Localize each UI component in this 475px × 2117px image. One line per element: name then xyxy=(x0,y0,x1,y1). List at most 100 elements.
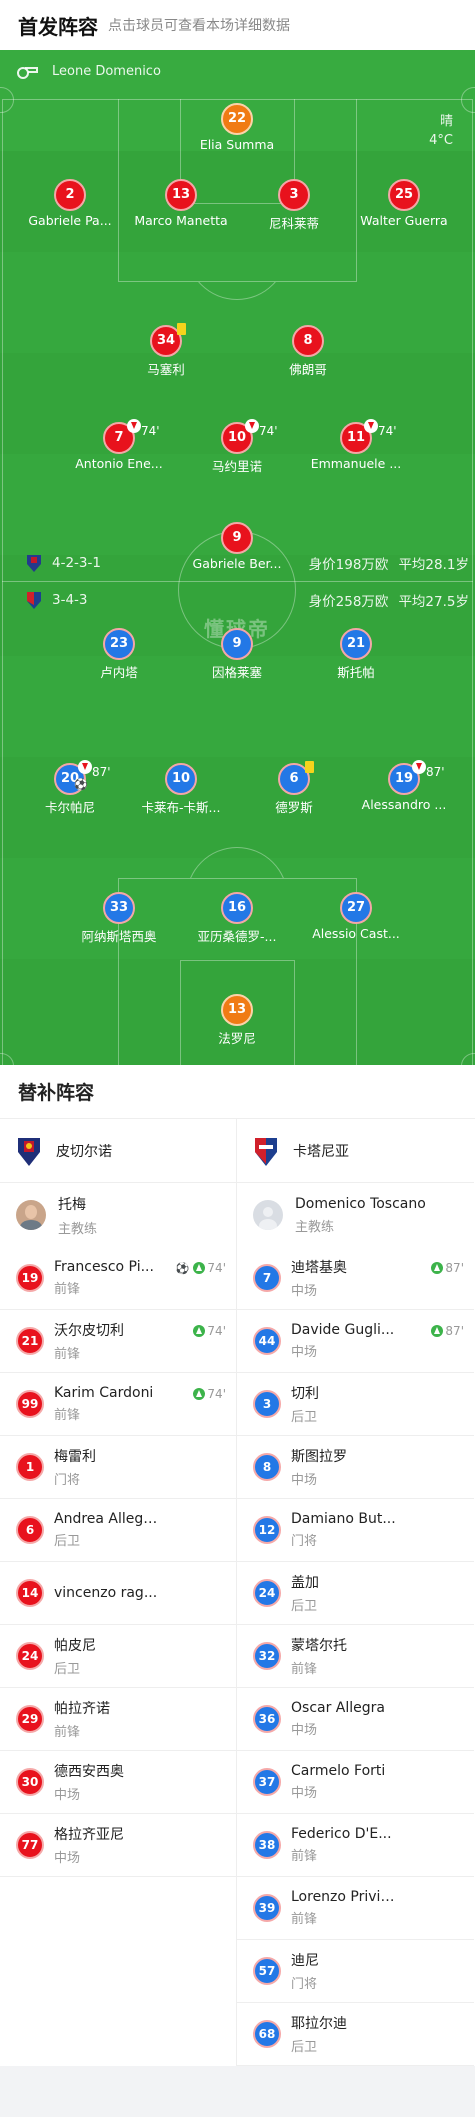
sub-player-row[interactable]: 29 帕拉齐诺 前锋 xyxy=(0,1688,236,1751)
sub-player-row[interactable]: 6 Andrea Allegr... 后卫 xyxy=(0,1499,236,1562)
sub-player-row[interactable]: 3 切利 后卫 xyxy=(237,1373,474,1436)
away-player[interactable]: 10 卡莱布-卡斯... xyxy=(121,763,241,816)
home-player[interactable]: 11 74' Emmanuele ... xyxy=(296,419,416,471)
away-player[interactable]: 23 卢内塔 xyxy=(59,628,179,681)
sub-on-icon xyxy=(193,1325,206,1337)
home-player[interactable]: 34 马塞利 xyxy=(106,323,226,378)
sub-on-icon xyxy=(431,1262,444,1274)
away-team-row[interactable]: 卡塔尼亚 xyxy=(237,1119,474,1183)
home-player[interactable]: 10 74' 马约里诺 xyxy=(177,419,297,475)
player-name: Karim Cardoni xyxy=(54,1385,154,1401)
player-number: 19 87' xyxy=(388,760,445,795)
yellow-card-icon xyxy=(305,761,314,773)
away-value: 身价258万欧 xyxy=(308,594,389,610)
player-number: 7 xyxy=(253,1264,281,1292)
player-name: 耶拉尔迪 xyxy=(291,2016,347,2032)
sub-player-row[interactable]: 39 Lorenzo Privit... 前锋 xyxy=(237,1877,474,1940)
player-number: 24 xyxy=(16,1642,44,1670)
player-name: 切利 xyxy=(291,1386,319,1402)
sub-minute: 74' xyxy=(207,1261,226,1275)
player-name: 因格莱塞 xyxy=(211,665,262,680)
away-player[interactable]: 20 87' ⚽ 卡尔帕尼 xyxy=(10,760,130,816)
home-player[interactable]: 7 74' Antonio Ene... xyxy=(59,419,179,471)
sub-player-row[interactable]: 57 迪尼 门将 xyxy=(237,1940,474,2003)
home-player[interactable]: 25 Walter Guerra xyxy=(344,179,464,228)
yellow-card-icon xyxy=(177,323,186,335)
away-team-badge-icon xyxy=(255,1137,277,1166)
player-name: 卡莱布-卡斯... xyxy=(141,800,221,815)
player-position: 后卫 xyxy=(291,1599,318,1614)
sub-off-icon xyxy=(412,760,426,774)
home-team-name: 皮切尔诺 xyxy=(56,1143,112,1160)
player-name: Alessio Cast... xyxy=(312,926,400,941)
sub-minute: 74' xyxy=(141,424,160,438)
sub-player-row[interactable]: 21 沃尔皮切利 前锋 74' xyxy=(0,1310,236,1373)
player-number: 24 xyxy=(253,1579,281,1607)
sub-player-row[interactable]: 12 Damiano But... 门将 xyxy=(237,1499,474,1562)
away-coach[interactable]: Domenico Toscano 主教练 xyxy=(237,1183,474,1247)
sub-player-row[interactable]: 1 梅雷利 门将 xyxy=(0,1436,236,1499)
home-player[interactable]: 8 佛朗哥 xyxy=(248,325,368,378)
lineup-header: 首发阵容 点击球员可查看本场详细数据 xyxy=(0,0,475,50)
away-player[interactable]: 19 87' Alessandro ... xyxy=(344,760,464,812)
home-player[interactable]: 13 Marco Manetta xyxy=(121,179,241,228)
player-name: 德西安西奥 xyxy=(54,1764,124,1780)
goal-ball-icon: ⚽ xyxy=(175,1261,190,1275)
player-name: 梅雷利 xyxy=(54,1449,96,1465)
player-number: 8 xyxy=(292,325,324,357)
home-player[interactable]: 3 尼科莱蒂 xyxy=(234,179,354,232)
player-name: Federico D'E... xyxy=(291,1826,392,1842)
player-number: 34 xyxy=(150,323,186,357)
away-player[interactable]: 16 亚历桑德罗-... xyxy=(177,892,297,945)
sub-player-row[interactable]: 77 格拉齐亚尼 中场 xyxy=(0,1814,236,1877)
player-name: Elia Summa xyxy=(199,137,275,152)
sub-player-row[interactable]: 44 Davide Gugli... 中场 87' xyxy=(237,1310,474,1373)
sub-player-row[interactable]: 37 Carmelo Forti 中场 xyxy=(237,1751,474,1814)
player-name: 亚历桑德罗-... xyxy=(197,929,277,944)
sub-player-row[interactable]: 8 斯图拉罗 中场 xyxy=(237,1436,474,1499)
player-position: 门将 xyxy=(291,1534,318,1549)
player-number: 8 xyxy=(253,1453,281,1481)
player-name: 阿纳斯塔西奥 xyxy=(81,929,157,944)
sub-player-row[interactable]: 38 Federico D'E... 前锋 xyxy=(237,1814,474,1877)
home-player[interactable]: 22 Elia Summa xyxy=(177,103,297,152)
away-player[interactable]: 33 阿纳斯塔西奥 xyxy=(59,892,179,945)
home-team-row[interactable]: 皮切尔诺 xyxy=(0,1119,236,1183)
sub-player-row[interactable]: 36 Oscar Allegra 中场 xyxy=(237,1688,474,1751)
away-player[interactable]: 6 德罗斯 xyxy=(234,761,354,816)
player-number: 3 xyxy=(253,1390,281,1418)
player-number: 20 87' ⚽ xyxy=(54,760,111,795)
player-number: 32 xyxy=(253,1642,281,1670)
sub-player-row[interactable]: 14 vincenzo rag... xyxy=(0,1562,236,1625)
player-number: 2 xyxy=(54,179,86,211)
sub-player-row[interactable]: 24 盖加 后卫 xyxy=(237,1562,474,1625)
lineup-title: 首发阵容 xyxy=(18,14,98,39)
home-player[interactable]: 2 Gabriele Pa... xyxy=(10,179,130,228)
away-player[interactable]: 13 法罗尼 xyxy=(177,994,297,1047)
away-player[interactable]: 27 Alessio Cast... xyxy=(296,892,416,941)
home-formation: 4-2-3-1 xyxy=(52,555,101,571)
sub-player-row[interactable]: 99 Karim Cardoni 前锋 74' xyxy=(0,1373,236,1436)
player-name: Marco Manetta xyxy=(134,213,228,228)
sub-player-row[interactable]: 7 迪塔基奥 中场 87' xyxy=(237,1247,474,1310)
sub-on-icon xyxy=(193,1262,206,1274)
player-name: 迪尼 xyxy=(291,1953,319,1969)
home-coach[interactable]: 托梅 主教练 xyxy=(0,1183,236,1247)
coach-name: Domenico Toscano xyxy=(295,1195,426,1212)
sub-player-row[interactable]: 30 德西安西奥 中场 xyxy=(0,1751,236,1814)
player-number-text: 6 xyxy=(289,771,299,786)
away-player[interactable]: 9 因格莱塞 xyxy=(177,628,297,681)
player-name: 卡尔帕尼 xyxy=(44,800,95,815)
sub-player-row[interactable]: 19 Francesco Pi... 前锋 ⚽ 74' xyxy=(0,1247,236,1310)
sub-player-row[interactable]: 24 帕皮尼 后卫 xyxy=(0,1625,236,1688)
player-number: 21 xyxy=(16,1327,44,1355)
player-number: 7 74' xyxy=(103,419,160,454)
whistle-icon xyxy=(17,66,38,79)
away-player[interactable]: 21 斯托帕 xyxy=(296,628,416,681)
sub-minute: 74' xyxy=(378,424,397,438)
weather-temperature: 4°C xyxy=(429,133,453,148)
sub-player-row[interactable]: 32 蒙塔尔托 前锋 xyxy=(237,1625,474,1688)
player-name: 格拉齐亚尼 xyxy=(54,1827,124,1843)
sub-player-row[interactable]: 68 耶拉尔迪 后卫 xyxy=(237,2003,474,2066)
player-name: Walter Guerra xyxy=(360,213,448,228)
